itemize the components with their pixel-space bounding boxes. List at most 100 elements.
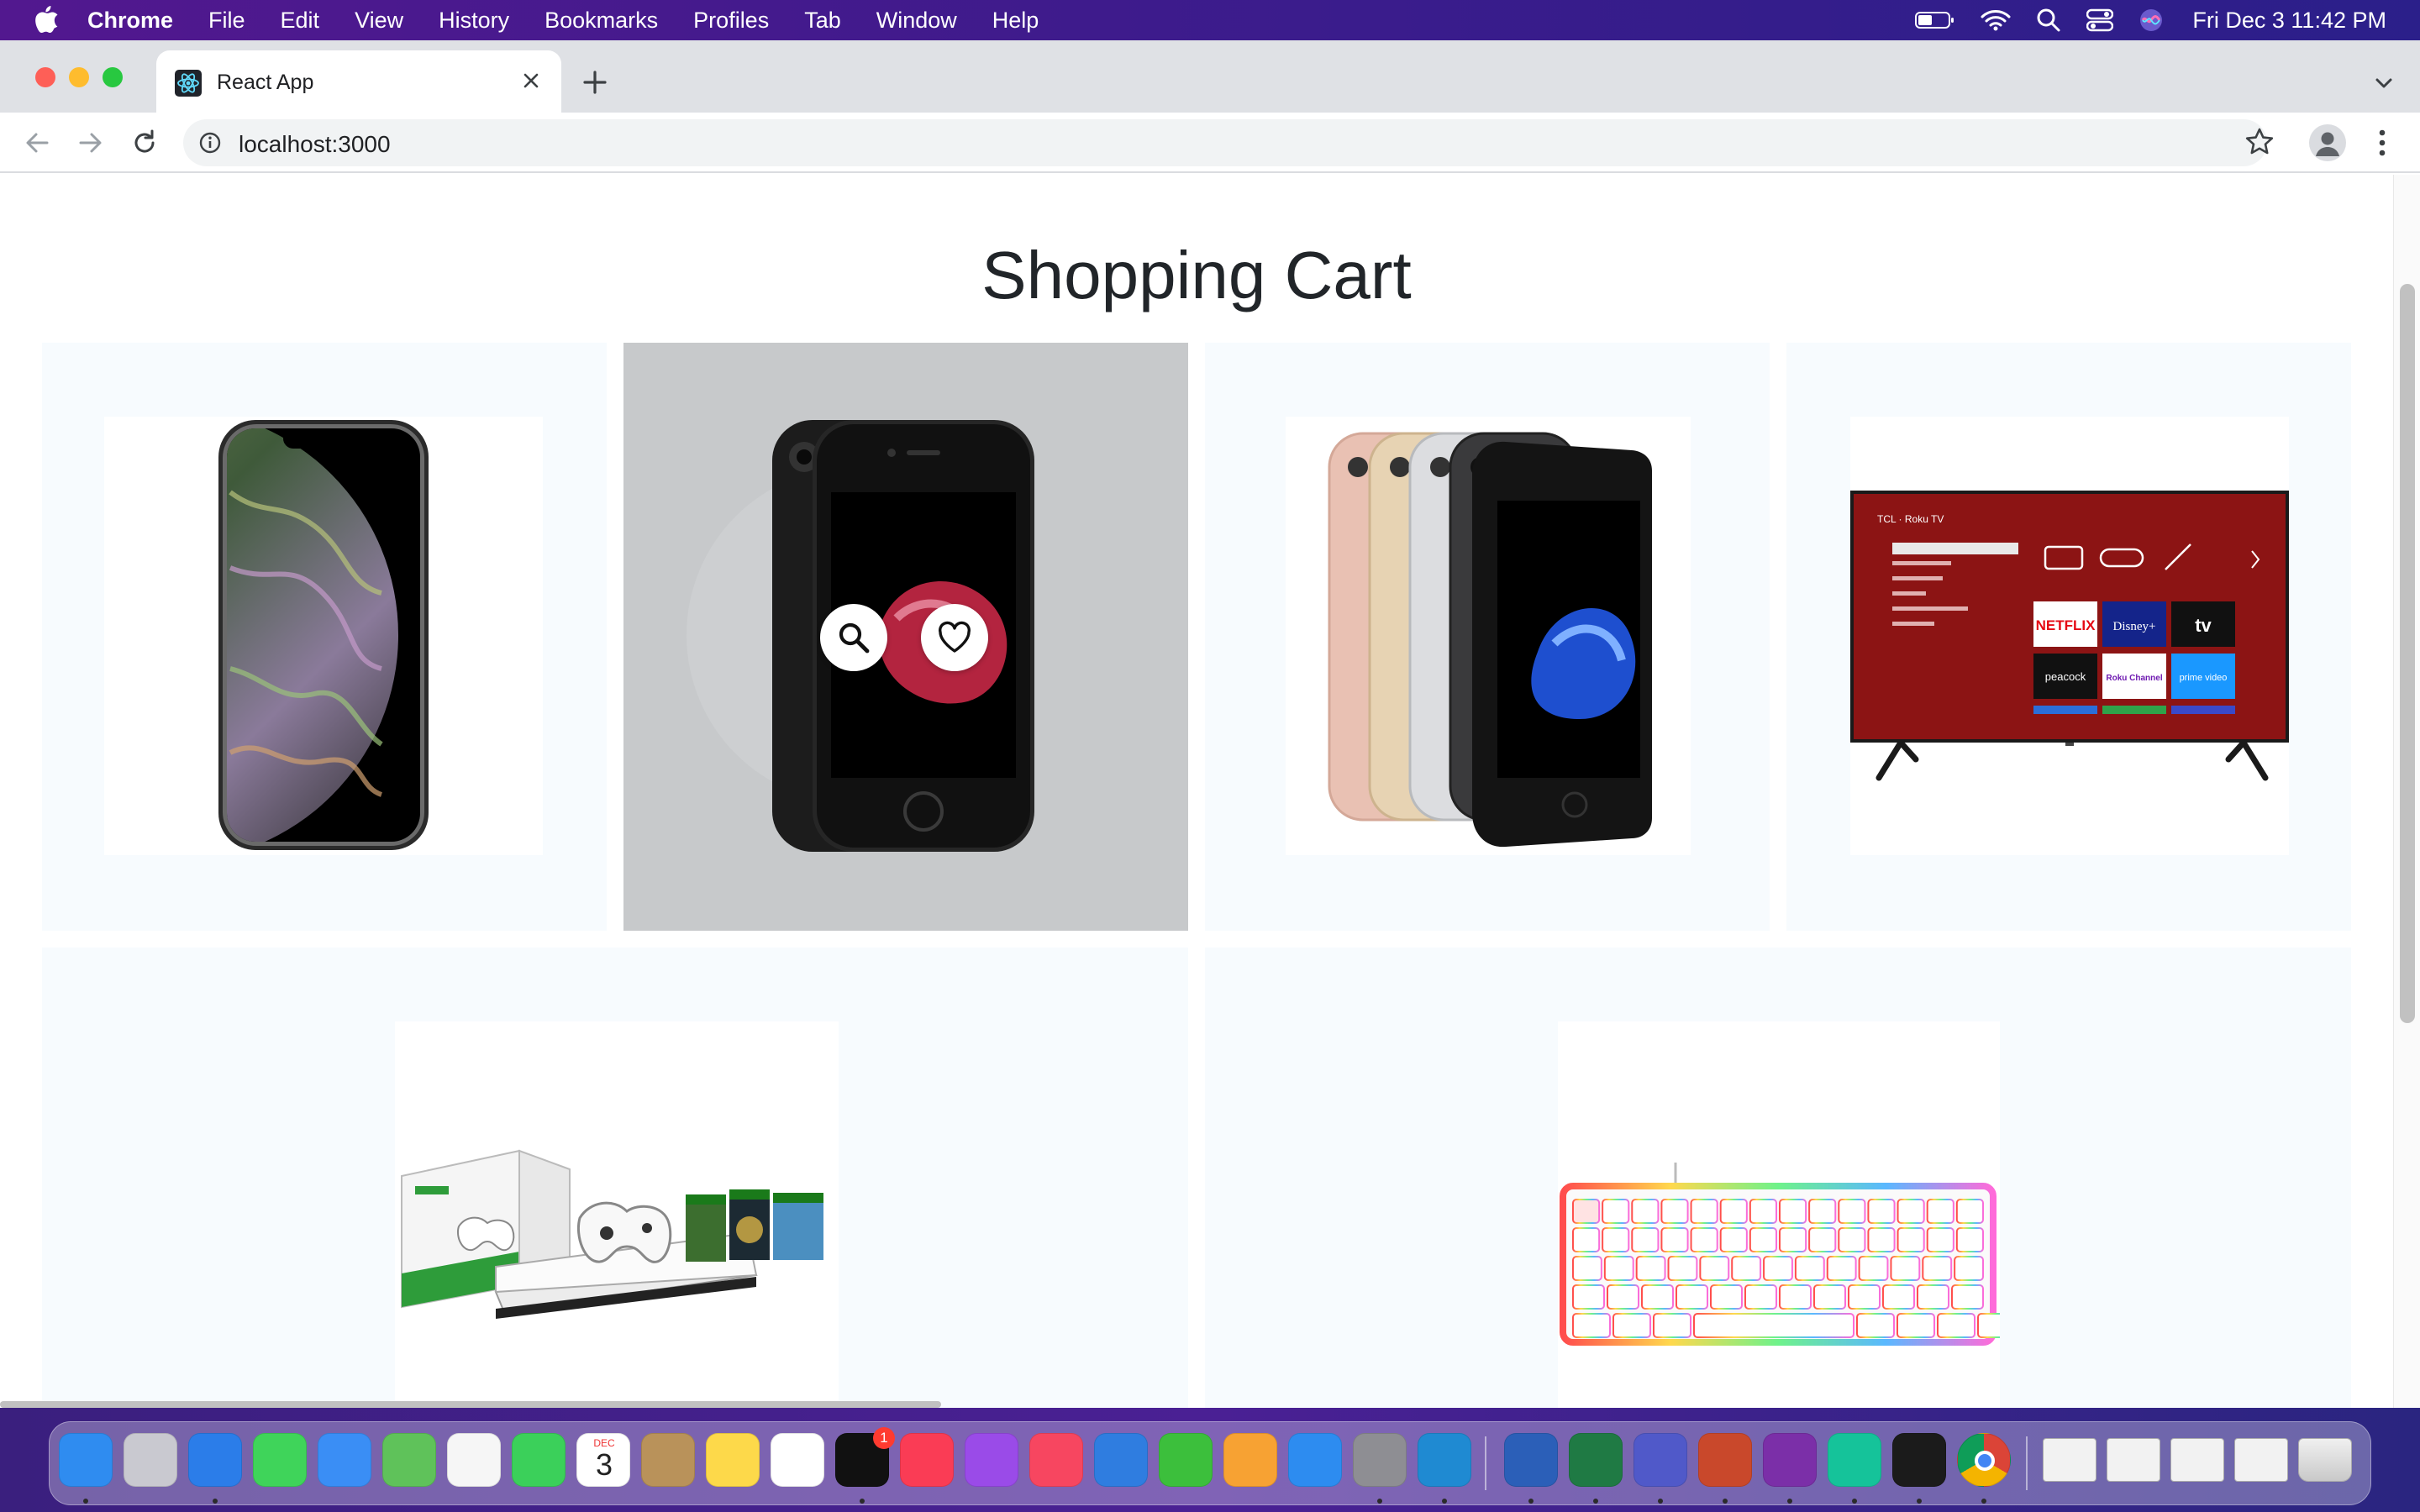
vertical-scrollbar[interactable] bbox=[2393, 175, 2420, 1408]
menu-tab[interactable]: Tab bbox=[804, 8, 841, 34]
product-card-hovered[interactable] bbox=[623, 343, 1188, 931]
keyboard-key bbox=[1572, 1284, 1605, 1310]
quick-view-button[interactable] bbox=[820, 604, 887, 671]
svg-text:TCL · Roku TV: TCL · Roku TV bbox=[1877, 513, 1944, 525]
menu-view[interactable]: View bbox=[355, 8, 403, 34]
chrome-menu-icon[interactable] bbox=[2371, 126, 2393, 160]
excel-icon[interactable] bbox=[1569, 1433, 1623, 1487]
control-center-icon[interactable] bbox=[2086, 8, 2114, 32]
tv-tile-label: prime video bbox=[2180, 673, 2228, 683]
keyboard-key bbox=[1635, 1256, 1666, 1281]
menu-file[interactable]: File bbox=[208, 8, 245, 34]
keyboard-key bbox=[1826, 1256, 1857, 1281]
menu-help[interactable]: Help bbox=[992, 8, 1039, 34]
tv-tile-label: Roku Channel bbox=[2106, 674, 2162, 683]
running-indicator bbox=[1658, 1499, 1663, 1504]
address-url-text[interactable]: localhost:3000 bbox=[239, 131, 391, 158]
safari-icon[interactable] bbox=[188, 1433, 242, 1487]
system-preferences-icon[interactable] bbox=[1353, 1433, 1407, 1487]
launchpad-icon[interactable] bbox=[124, 1433, 177, 1487]
profile-avatar-icon[interactable] bbox=[2309, 124, 2346, 161]
terminal-icon[interactable] bbox=[1892, 1433, 1946, 1487]
chrome-icon[interactable] bbox=[1957, 1433, 2011, 1487]
keyboard-key bbox=[1749, 1199, 1778, 1224]
grammarly-icon[interactable] bbox=[1828, 1433, 1881, 1487]
running-indicator bbox=[83, 1499, 88, 1504]
pages-icon[interactable] bbox=[1223, 1433, 1277, 1487]
contacts-icon[interactable] bbox=[641, 1433, 695, 1487]
siri-icon[interactable] bbox=[2139, 8, 2164, 33]
window-close-button[interactable] bbox=[35, 67, 55, 87]
reload-icon[interactable] bbox=[129, 128, 160, 158]
recent-document-icon[interactable] bbox=[2043, 1438, 2096, 1482]
product-card[interactable] bbox=[42, 948, 1188, 1408]
scrollbar-thumb[interactable] bbox=[2400, 284, 2415, 1023]
address-bar[interactable]: localhost:3000 bbox=[183, 119, 2267, 166]
calendar-icon[interactable]: DEC 3 bbox=[576, 1433, 630, 1487]
menu-edit[interactable]: Edit bbox=[281, 8, 320, 34]
window-zoom-button[interactable] bbox=[103, 67, 123, 87]
messages-icon[interactable] bbox=[253, 1433, 307, 1487]
maps-icon[interactable] bbox=[382, 1433, 436, 1487]
keyboard-key bbox=[1926, 1199, 1954, 1224]
recent-document-icon[interactable] bbox=[2107, 1438, 2160, 1482]
keyboard-key bbox=[1572, 1199, 1601, 1224]
keyboard-key bbox=[1744, 1284, 1777, 1310]
podcasts-icon[interactable] bbox=[965, 1433, 1018, 1487]
product-card[interactable] bbox=[1205, 343, 1770, 931]
spotlight-search-icon[interactable] bbox=[2036, 8, 2061, 33]
menu-profiles[interactable]: Profiles bbox=[693, 8, 769, 34]
recent-document-icon[interactable] bbox=[2170, 1438, 2224, 1482]
keyboard-key bbox=[1693, 1313, 1854, 1338]
keyboard-key bbox=[1660, 1227, 1689, 1252]
facetime-icon[interactable] bbox=[512, 1433, 566, 1487]
back-arrow-icon[interactable] bbox=[22, 128, 52, 158]
battery-icon[interactable] bbox=[1915, 10, 1955, 30]
tab-close-icon[interactable] bbox=[518, 67, 544, 94]
menu-window[interactable]: Window bbox=[876, 8, 957, 34]
vscode-icon[interactable] bbox=[1418, 1433, 1471, 1487]
menu-clock[interactable]: Fri Dec 3 11:42 PM bbox=[2192, 8, 2386, 34]
keyboard-key bbox=[1603, 1256, 1634, 1281]
photos-icon[interactable] bbox=[447, 1433, 501, 1487]
wifi-icon[interactable] bbox=[1981, 8, 2011, 32]
recent-document-icon[interactable] bbox=[2234, 1438, 2288, 1482]
menu-app-name[interactable]: Chrome bbox=[87, 8, 173, 34]
apple-icon[interactable] bbox=[30, 3, 59, 37]
mail-icon[interactable] bbox=[318, 1433, 371, 1487]
word-icon[interactable] bbox=[1504, 1433, 1558, 1487]
keynote-icon[interactable] bbox=[1094, 1433, 1148, 1487]
keyboard-key bbox=[1926, 1227, 1954, 1252]
bookmark-star-icon[interactable] bbox=[2244, 126, 2275, 158]
reminders-icon[interactable] bbox=[771, 1433, 824, 1487]
app-store-icon[interactable] bbox=[1288, 1433, 1342, 1487]
trash-icon[interactable] bbox=[2298, 1438, 2352, 1482]
keyboard-key bbox=[1699, 1256, 1730, 1281]
window-minimize-button[interactable] bbox=[69, 67, 89, 87]
teams-icon[interactable] bbox=[1634, 1433, 1687, 1487]
numbers-icon[interactable] bbox=[1159, 1433, 1213, 1487]
powerpoint-icon[interactable] bbox=[1698, 1433, 1752, 1487]
finder-icon[interactable] bbox=[59, 1433, 113, 1487]
apple-tv-icon[interactable]: 1 bbox=[835, 1427, 895, 1487]
keyboard-key bbox=[1690, 1199, 1718, 1224]
horizontal-scrollbar-thumb[interactable] bbox=[0, 1401, 941, 1408]
menu-bookmarks[interactable]: Bookmarks bbox=[544, 8, 658, 34]
tab-react-app[interactable]: React App bbox=[156, 50, 561, 113]
onenote-icon[interactable] bbox=[1763, 1433, 1817, 1487]
new-tab-icon[interactable] bbox=[580, 67, 610, 97]
keyboard-key bbox=[1653, 1313, 1691, 1338]
menu-history[interactable]: History bbox=[439, 8, 509, 34]
product-card[interactable]: TCL · Roku TV NETFLIX Disney+ tv peacock… bbox=[1786, 343, 2351, 931]
product-card[interactable] bbox=[1205, 948, 2351, 1408]
music-icon[interactable] bbox=[900, 1433, 954, 1487]
add-to-wishlist-button[interactable] bbox=[921, 604, 988, 671]
tv-tile-label: Disney+ bbox=[2113, 620, 2156, 633]
product-card[interactable] bbox=[42, 343, 607, 931]
product-image bbox=[1286, 417, 1691, 855]
notes-icon[interactable] bbox=[706, 1433, 760, 1487]
tab-search-chevron-icon[interactable] bbox=[2371, 71, 2396, 96]
forward-arrow-icon[interactable] bbox=[76, 128, 106, 158]
site-info-icon[interactable] bbox=[198, 131, 222, 155]
news-icon[interactable] bbox=[1029, 1433, 1083, 1487]
